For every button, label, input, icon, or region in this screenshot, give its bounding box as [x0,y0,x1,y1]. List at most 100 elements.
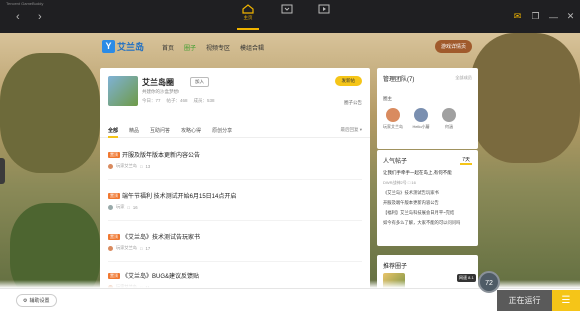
side-drawer-handle[interactable] [0,158,5,184]
message-icon[interactable]: ✉ [512,11,523,22]
forward-icon[interactable]: › [38,12,42,23]
comment-icon: □ [139,245,143,251]
comment-count: 16 [132,204,138,210]
hot-item[interactable]: 【福利】艾兰岛科技展会日月平~完结 [383,210,473,216]
join-button[interactable]: 加入 [190,77,209,87]
post-item[interactable]: 置顶 《艾兰岛》技术测试告玩家书 玩家艾兰岛 □ 17 [108,232,362,262]
post-author[interactable]: 玩家艾兰岛 [116,245,137,251]
nav-home[interactable]: 首页 [162,43,174,52]
member-name: 玩家艾兰岛 [383,124,403,129]
pinned-tag: 置顶 [108,192,120,199]
titlebar: Tencent GameBuddy ‹ › 主页 ✉ ❐ — ✕ [0,0,580,33]
member-name: Hello小蘑 [412,124,430,129]
logo-mark: Y [102,40,115,53]
hot-posts-card: 人气帖子 7天 让我们手牵手一起在岛上,有何不能 DWR战神2号 □ 16 《艾… [377,150,478,246]
hot-item[interactable]: 《艾兰岛》技术测试告玩家书 [383,190,473,196]
app-name: Tencent GameBuddy [6,1,44,6]
team-member[interactable]: 何涵 [439,108,459,130]
circle-notice-link[interactable]: 圈子公告 [344,100,362,106]
comment-count: 13 [145,163,151,169]
speed-tip: 网速 8.1 [457,274,476,282]
window-icon[interactable]: ❐ [530,11,541,22]
pinned-tag: 置顶 [108,233,120,240]
fav-title: 推荐圈子 [383,264,408,270]
logo-name: 艾兰岛 [117,42,145,52]
tab-home-label: 主页 [243,15,253,20]
circle-cover [108,76,138,106]
tab-guides[interactable]: 攻略心得 [181,124,201,138]
video-icon [318,4,330,14]
comment-count: 16 [411,180,416,185]
member-name: 何涵 [445,124,453,129]
post-title[interactable]: 开服及版年版本更新内容公告 [122,150,200,159]
main-content: 艾兰岛圈 加入 共建你的沙盒梦想! 今日：77 帖子：468 成员：538 发新… [100,68,370,311]
download-icon [281,4,293,14]
team-avatars: 玩家艾兰岛 Hello小蘑 何涵 [383,108,459,130]
new-post-button[interactable]: 发新帖 [334,76,362,86]
post-title[interactable]: 《艾兰岛》技术测试告玩家书 [122,232,200,241]
game-detail-button[interactable]: 游戏详情页 [434,40,472,53]
post-title[interactable]: 端午节福利 技术测试开始6月15日14点开启 [122,191,236,200]
hot-title: 人气帖子 [383,159,408,165]
team-member[interactable]: 玩家艾兰岛 [383,108,403,130]
avatar [442,108,456,122]
circle-header: 艾兰岛圈 加入 共建你的沙盒梦想! 今日：77 帖子：468 成员：538 发新… [100,68,370,116]
minimize-icon[interactable]: — [548,11,559,22]
team-more-link[interactable]: 全部成员 [455,75,472,81]
tab-original[interactable]: 原创分享 [212,124,232,138]
hot-author: DWR战神2号 [383,180,407,185]
hot-item[interactable]: 如今有多么了解，大家不能的可以问问吗 [383,220,473,226]
tab-home[interactable]: 主页 [237,4,259,30]
back-icon[interactable]: ‹ [16,12,20,23]
site-header: Y 艾兰岛 首页 圈子 视频专区 模组合辑 游戏详情页 [100,38,480,58]
team-title: 管理团队(7) [383,77,415,83]
nav-mods[interactable]: 模组合辑 [240,43,264,52]
sort-dropdown[interactable]: 最后回复 ▾ [340,127,362,133]
post-author[interactable]: 玩家 [116,204,124,210]
avatar [108,245,113,251]
post-item[interactable]: 置顶 端午节福利 技术测试开始6月15日14点开启 玩家 □ 16 [108,191,362,221]
running-button[interactable]: 正在运行 [497,290,552,311]
avatar [108,163,113,169]
period-tab[interactable]: 7天 [460,156,472,165]
nav-video[interactable]: 视频专区 [206,43,230,52]
site-logo[interactable]: Y 艾兰岛 [102,40,144,53]
tab-qa[interactable]: 互助问答 [150,124,170,138]
tab-all[interactable]: 全部 [108,124,119,138]
stat-posts: 帖子：468 [166,98,188,103]
comment-icon: □ [127,204,130,210]
comment-count: 17 [145,245,151,251]
menu-icon[interactable]: ☰ [552,290,580,311]
avatar [414,108,428,122]
team-member[interactable]: Hello小蘑 [411,108,431,130]
hot-item[interactable]: 开服及端午版本更新内容公告 [383,200,473,206]
nav-circle[interactable]: 圈子 [184,43,196,52]
close-icon[interactable]: ✕ [565,11,576,22]
role-label: 圈主 [383,96,392,101]
hot-item-meta: DWR战神2号 □ 16 [383,180,416,185]
post-author[interactable]: 玩家艾兰岛 [116,163,137,169]
pinned-tag: 置顶 [108,151,120,158]
hot-item[interactable]: 让我们手牵手一起在岛上,有何不能 [383,170,473,176]
tab-video[interactable] [313,4,335,30]
tab-featured[interactable]: 精品 [129,124,139,138]
post-item[interactable]: 置顶 开服及版年版本更新内容公告 玩家艾兰岛 □ 13 [108,150,362,180]
pinned-tag: 置顶 [108,272,120,279]
stat-members: 成员：538 [193,98,215,103]
assist-label: 辅助设置 [29,298,50,304]
avatar [386,108,400,122]
assist-settings-button[interactable]: ⚙ 辅助设置 [16,294,57,307]
tab-download[interactable] [276,4,298,30]
home-icon [242,4,254,14]
circle-stats: 今日：77 帖子：468 成员：538 [142,98,215,104]
circle-description: 共建你的沙盒梦想! [142,89,180,94]
post-title[interactable]: 《艾兰岛》BUG&建议反馈贴 [122,271,199,280]
site-nav: 首页 圈子 视频专区 模组合辑 [162,43,264,52]
circle-name: 艾兰岛圈 [142,78,174,87]
settings-icon: ⚙ [23,297,28,304]
sort-label: 最后回复 [340,127,359,132]
avatar [108,204,113,210]
comment-icon: □ [139,163,143,169]
hot-list: 让我们手牵手一起在岛上,有何不能 DWR战神2号 □ 16 《艾兰岛》技术测试告… [383,170,473,230]
stat-today: 今日：77 [142,98,161,103]
